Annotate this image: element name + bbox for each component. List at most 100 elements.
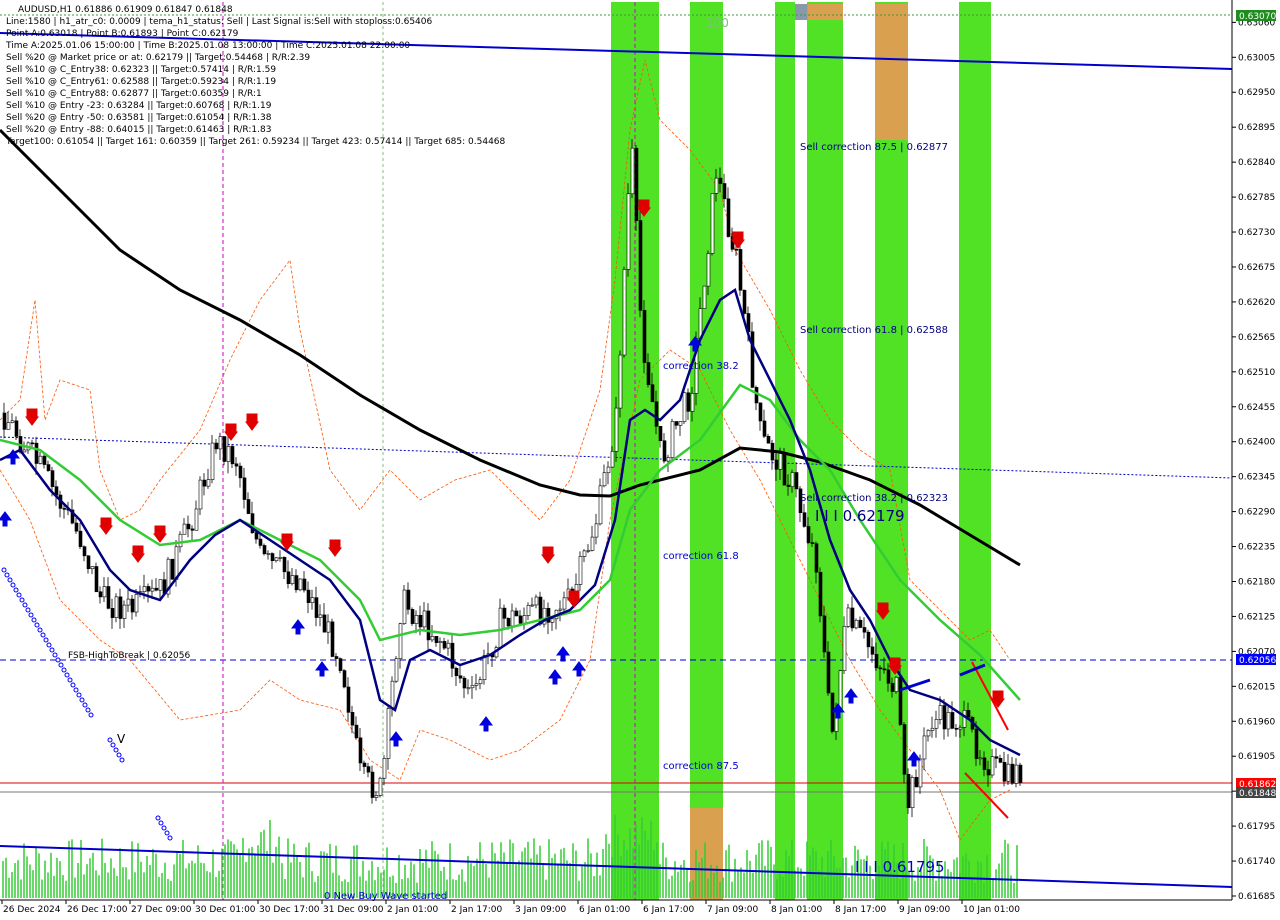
candle-body [230, 446, 235, 465]
candle-body [462, 677, 467, 689]
candle-body [614, 407, 619, 452]
candle-body [190, 528, 195, 531]
wave-dot [43, 637, 49, 643]
candle-body [6, 422, 11, 430]
time-tick-label: 7 Jan 09:00 [707, 905, 759, 915]
wave-dot [1, 567, 7, 573]
candle-body [946, 712, 951, 730]
time-tick-label: 2 Jan 01:00 [387, 905, 439, 915]
candle-body [926, 730, 931, 737]
candle-body [370, 771, 375, 798]
price-tick-label: 0.61905 [1238, 752, 1275, 762]
candle-body [118, 596, 123, 619]
candle-body [114, 596, 119, 618]
time-tick-label: 26 Dec 17:00 [67, 905, 128, 915]
candle-body [786, 484, 791, 487]
candle-body [426, 610, 431, 641]
wave-dot [79, 697, 85, 703]
wave-dot [28, 612, 34, 618]
wave-dot [40, 632, 46, 638]
candle-body [498, 607, 503, 648]
candle-body [274, 557, 279, 561]
wave-dot [52, 652, 58, 658]
candle-body [806, 526, 811, 543]
candle-body [382, 758, 387, 779]
sell-correction-875-label: Sell correction 87.5 | 0.62877 [800, 142, 948, 153]
buy-arrow [389, 731, 403, 747]
candle-body [722, 183, 727, 200]
candle-body [738, 249, 743, 291]
chart-window[interactable]: Sell correction 87.5 | 0.62877 Sell corr… [0, 0, 1280, 920]
candle-body [414, 614, 419, 624]
candle-body [402, 589, 407, 624]
wave-dot [61, 667, 67, 673]
candle-body [510, 610, 515, 627]
price-tick-label: 0.62840 [1238, 158, 1275, 168]
wave-dot [155, 815, 161, 821]
candle-body [270, 553, 275, 561]
buy-arrow [556, 646, 570, 662]
candle-body [34, 442, 39, 464]
candle-body [894, 676, 899, 692]
buy-arrow [0, 511, 12, 527]
price-tick-label: 0.61740 [1238, 857, 1275, 867]
candle-body [942, 705, 947, 730]
candle-body [214, 442, 219, 450]
candle-body [670, 421, 675, 458]
candle-body [134, 594, 139, 613]
candle-body [686, 392, 691, 412]
candle-body [398, 623, 403, 660]
candle-body [14, 420, 19, 437]
wave-dot [55, 657, 61, 663]
buy-arrow [291, 619, 305, 635]
info-line-3: Time A:2025.01.06 15:00:00 | Time B:2025… [6, 41, 411, 51]
info-line-9: Sell %20 @ Entry -50: 0.63581 || Target:… [6, 113, 272, 123]
candle-body [386, 708, 391, 759]
candle-body [826, 651, 831, 694]
candle-body [774, 459, 779, 470]
candle-body [842, 626, 847, 671]
candle-body [646, 362, 651, 386]
candle-body [742, 289, 747, 314]
candle-body [262, 545, 267, 555]
time-tick-label: 27 Dec 09:00 [131, 905, 192, 915]
candle-body [174, 546, 179, 580]
price-tick-label: 0.62565 [1238, 333, 1275, 343]
price-tick-label: 0.61960 [1238, 717, 1275, 727]
candle-body [74, 522, 79, 532]
candle-body [750, 331, 755, 388]
candle-body [938, 705, 943, 720]
wave-dot [25, 607, 31, 613]
wave-dot [110, 742, 116, 748]
price-tick-label: 0.61795 [1238, 822, 1275, 832]
candle-body [818, 571, 823, 617]
candle-body [434, 636, 439, 643]
candle-body [142, 586, 147, 593]
orange-zone [875, 4, 908, 140]
price-tick-label: 0.62290 [1238, 508, 1275, 518]
candle-body [666, 457, 671, 462]
price-tick-label: 0.62730 [1238, 228, 1275, 238]
candle-body [450, 642, 455, 669]
sell-arrow [224, 423, 238, 441]
wave-dot [76, 692, 82, 698]
candle-body [202, 479, 207, 487]
candle-body [1006, 763, 1011, 782]
candle-body [674, 421, 679, 426]
candle-body [254, 532, 259, 540]
candle-body [850, 607, 855, 629]
price-tick-label: 0.62675 [1238, 263, 1275, 273]
candle-body [522, 615, 527, 624]
wave-dot [116, 752, 122, 758]
current-price-badge: 0.61848 [1239, 789, 1276, 799]
candle-body [886, 669, 891, 684]
candle-body [690, 393, 695, 412]
orange-zone [690, 808, 723, 900]
wave-dot [88, 712, 94, 718]
sell-arrow [541, 546, 555, 564]
candle-body [410, 609, 415, 624]
info-line-5: Sell %10 @ C_Entry38: 0.62323 || Target:… [6, 65, 277, 75]
candle-body [778, 453, 783, 470]
info-line-7: Sell %10 @ C_Entry88: 0.62877 || Target:… [6, 89, 262, 99]
candle-body [902, 724, 907, 775]
